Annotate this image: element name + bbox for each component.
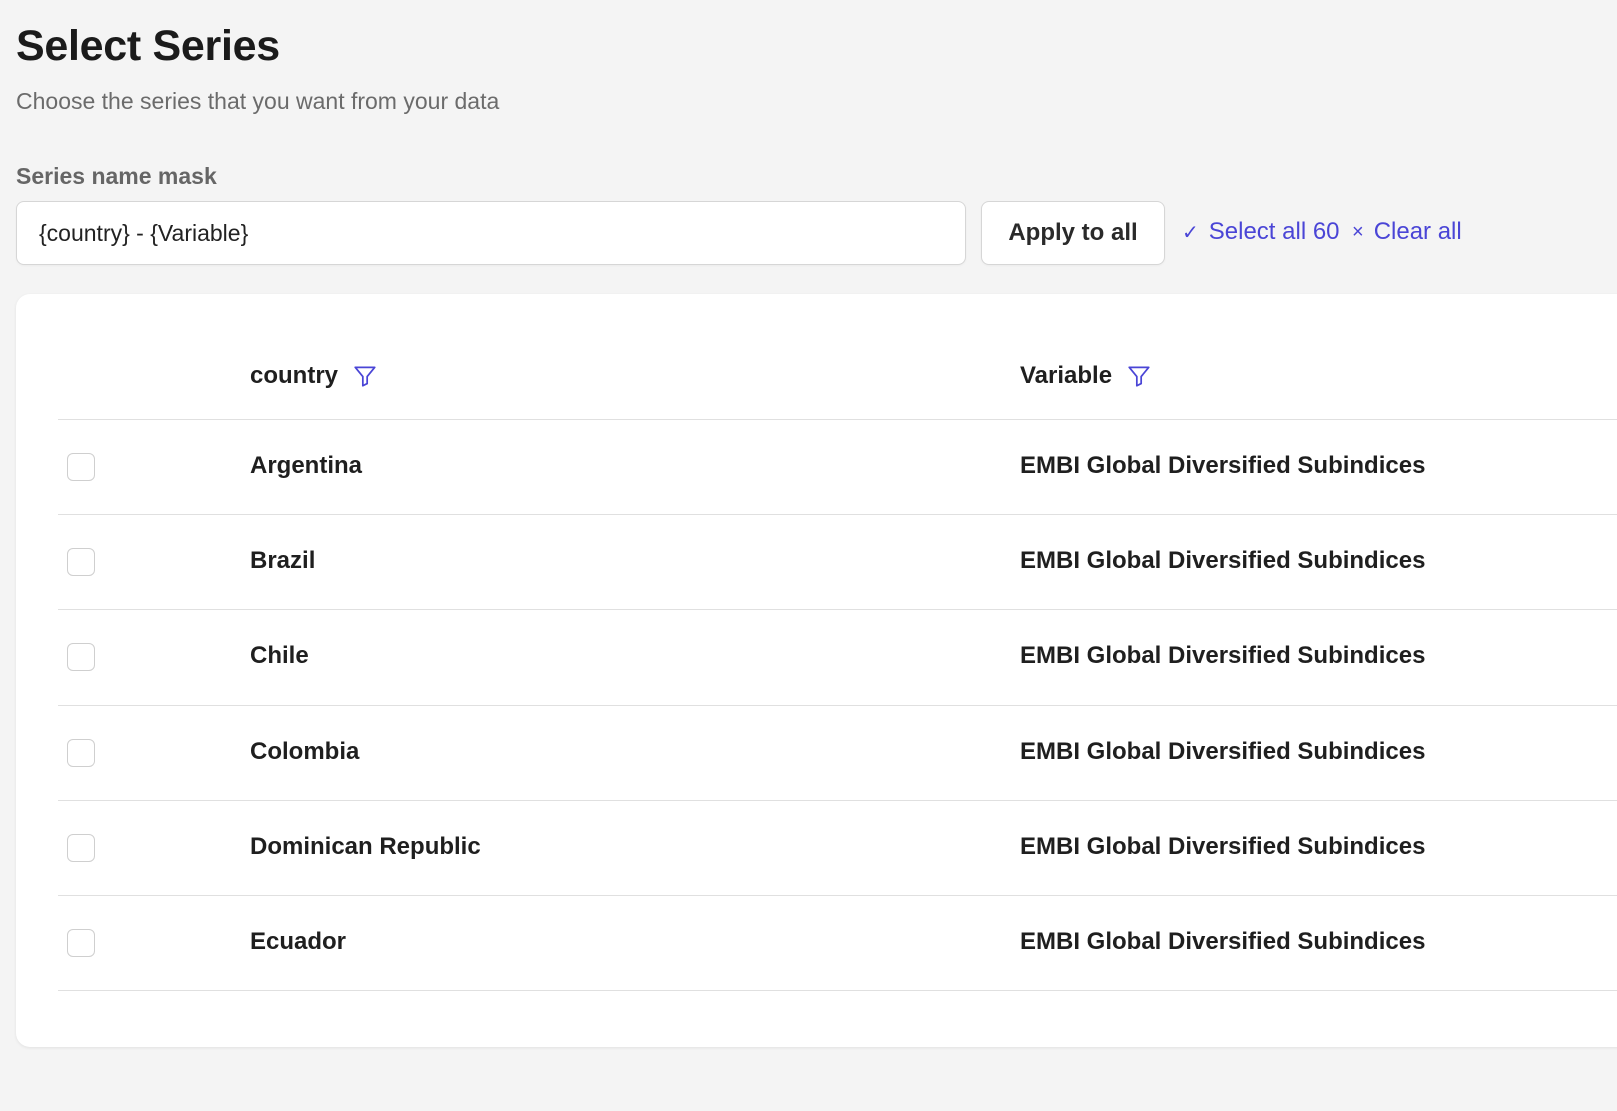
country-cell: Ecuador (250, 927, 347, 955)
variable-cell: EMBI Global Diversified Subindices (1020, 832, 1426, 860)
country-cell: Colombia (250, 737, 360, 765)
clear-all-label: Clear all (1373, 218, 1462, 245)
table-row[interactable]: Chile EMBI Global Diversified Subindices (58, 610, 1617, 706)
page-title: Select Series (16, 22, 280, 70)
row-checkbox[interactable] (67, 548, 95, 577)
close-icon: × (1352, 220, 1364, 243)
check-icon: ✓ (1182, 221, 1199, 244)
table-header: country Variable (58, 344, 1617, 420)
row-checkbox[interactable] (67, 833, 95, 862)
table-body: Argentina EMBI Global Diversified Subind… (58, 420, 1617, 992)
variable-cell: EMBI Global Diversified Subindices (1020, 452, 1426, 479)
variable-cell: EMBI Global Diversified Subindices (1020, 737, 1426, 765)
variable-cell: EMBI Global Diversified Subindices (1020, 927, 1426, 955)
table-row[interactable]: Argentina EMBI Global Diversified Subind… (58, 420, 1617, 516)
variable-cell: EMBI Global Diversified Subindices (1020, 642, 1426, 670)
column-header-country: country (250, 362, 378, 390)
country-cell: Brazil (250, 547, 316, 575)
column-header-country-label: country (250, 362, 339, 389)
row-checkbox[interactable] (67, 453, 95, 481)
apply-to-all-button[interactable]: Apply to all (981, 201, 1165, 265)
table-row[interactable]: Ecuador EMBI Global Diversified Subindic… (58, 896, 1617, 992)
variable-cell: EMBI Global Diversified Subindices (1020, 547, 1426, 575)
country-cell: Dominican Republic (250, 832, 481, 860)
select-series-page: Select Series Choose the series that you… (0, 0, 1617, 1111)
select-all-label: Select all 60 (1208, 218, 1340, 245)
table-row[interactable]: Dominican Republic EMBI Global Diversifi… (58, 801, 1617, 896)
table-row[interactable]: Brazil EMBI Global Diversified Subindice… (58, 515, 1617, 611)
column-header-variable: Variable (1020, 362, 1152, 390)
select-all-button[interactable]: ✓ Select all 60 (1182, 218, 1340, 246)
clear-all-button[interactable]: × Clear all (1352, 218, 1462, 246)
country-cell: Chile (250, 642, 309, 670)
filter-icon[interactable] (352, 363, 378, 389)
series-name-mask-input[interactable] (16, 201, 966, 265)
row-checkbox[interactable] (67, 643, 95, 672)
filter-icon[interactable] (1126, 363, 1152, 389)
table-row[interactable]: Colombia EMBI Global Diversified Subindi… (58, 706, 1617, 801)
column-header-variable-label: Variable (1020, 362, 1113, 389)
row-checkbox[interactable] (67, 738, 95, 767)
series-name-mask-label: Series name mask (16, 163, 217, 189)
page-subtitle: Choose the series that you want from you… (16, 88, 500, 114)
row-checkbox[interactable] (67, 928, 95, 957)
country-cell: Argentina (250, 452, 363, 479)
series-table-card: country Variable Argentina EMBI Global D… (16, 294, 1617, 1047)
